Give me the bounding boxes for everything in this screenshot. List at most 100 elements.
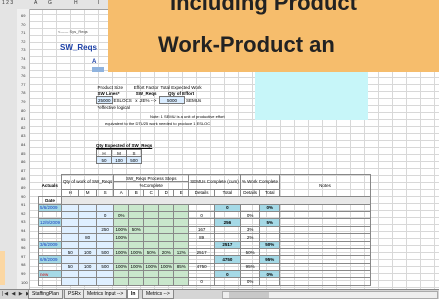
row-number[interactable]: 92 — [21, 211, 25, 216]
cell-a[interactable] — [113, 255, 130, 264]
cell-d[interactable] — [158, 203, 175, 212]
notes-cell[interactable] — [279, 218, 371, 227]
cell-a[interactable] — [113, 203, 130, 212]
cell-c[interactable] — [143, 203, 160, 212]
breadcrumb-link[interactable]: <------ Sys_Reqs — [58, 29, 88, 34]
cell-h[interactable] — [61, 277, 80, 286]
cell-h[interactable] — [61, 203, 80, 212]
date-cell[interactable]: new — [37, 270, 63, 279]
cell-wdet[interactable]: 0% — [239, 210, 261, 220]
date-cell[interactable]: 5/6/2009 — [37, 203, 63, 212]
row-number[interactable]: 90 — [21, 194, 25, 199]
row-number[interactable]: 99 — [21, 271, 25, 276]
cell-s[interactable]: 500 — [95, 247, 115, 257]
cell-c[interactable]: 100% — [143, 262, 160, 272]
date-cell[interactable] — [37, 233, 63, 242]
cell-a[interactable] — [113, 240, 130, 249]
row-number[interactable]: 83 — [21, 133, 25, 138]
cell-c[interactable] — [143, 255, 160, 264]
cell-wtot[interactable] — [259, 262, 280, 272]
notes-cell[interactable] — [279, 270, 371, 279]
cell-det[interactable] — [188, 203, 216, 212]
cell-s[interactable] — [95, 277, 115, 286]
column-g-header[interactable]: G — [48, 0, 52, 6]
cell-det[interactable] — [188, 255, 216, 264]
row-number[interactable]: 72 — [21, 39, 25, 44]
cell-m[interactable] — [78, 203, 97, 212]
column-i-header[interactable]: I — [98, 0, 99, 6]
cell-e[interactable]: 85% — [173, 262, 190, 272]
cell-wtot[interactable] — [259, 210, 280, 220]
cell-s[interactable] — [95, 233, 115, 242]
cell-wtot[interactable]: 50% — [259, 240, 280, 249]
cell-wdet[interactable] — [239, 203, 261, 212]
cell-h[interactable] — [61, 240, 80, 249]
row-number[interactable]: 70 — [21, 22, 25, 27]
cell-c[interactable] — [143, 240, 160, 249]
cell-d[interactable] — [158, 225, 175, 235]
cell-m[interactable] — [78, 225, 97, 235]
cell-b[interactable] — [128, 255, 145, 264]
cell-m[interactable] — [78, 240, 97, 249]
cell-tot[interactable] — [214, 262, 241, 272]
cell-wdet[interactable] — [239, 240, 261, 249]
cell-tot[interactable] — [214, 225, 241, 235]
notes-cell[interactable] — [279, 247, 371, 257]
cell-d[interactable] — [158, 255, 175, 264]
notes-cell[interactable] — [279, 255, 371, 264]
cell-tot[interactable]: 2517 — [214, 240, 241, 249]
cell-e[interactable]: 12% — [173, 247, 190, 257]
cell-h[interactable]: 50 — [61, 247, 80, 257]
cell-det[interactable]: 0 — [188, 210, 216, 220]
row-number[interactable]: 78 — [21, 90, 25, 95]
date-cell[interactable]: 12/9/2009 — [37, 218, 63, 227]
cell-b[interactable] — [128, 233, 145, 242]
cell-m[interactable] — [78, 218, 97, 227]
cell-d[interactable]: 100% — [158, 262, 175, 272]
outline-levels[interactable]: 1 2 3 — [2, 0, 13, 6]
cell-wtot[interactable]: 0% — [259, 203, 280, 212]
notes-cell[interactable] — [279, 240, 371, 249]
cell-a[interactable] — [113, 270, 130, 279]
date-cell[interactable] — [37, 247, 63, 257]
row-number[interactable]: 91 — [21, 202, 25, 207]
column-h-header[interactable]: H — [74, 0, 78, 6]
cell-d[interactable] — [158, 240, 175, 249]
cell-tot[interactable] — [214, 233, 241, 242]
cell-wtot[interactable] — [259, 277, 280, 286]
cell-tot[interactable]: 0 — [214, 270, 241, 279]
cell-c[interactable]: 50% — [143, 247, 160, 257]
cell-e[interactable] — [173, 270, 190, 279]
cell-d[interactable]: 20% — [158, 247, 175, 257]
date-cell[interactable]: 3/6/2009 — [37, 240, 63, 249]
cell-tot[interactable]: 4750 — [214, 255, 241, 264]
row-number[interactable]: 76 — [21, 73, 25, 78]
cell-wtot[interactable]: 5% — [259, 218, 280, 227]
cell-det[interactable]: 0 — [188, 277, 216, 286]
cell-b[interactable] — [128, 210, 145, 220]
cell-m[interactable]: 100 — [78, 247, 97, 257]
cell-det[interactable]: 2517 — [188, 247, 216, 257]
qty-m-value[interactable]: 100 — [111, 156, 127, 164]
date-cell[interactable] — [37, 262, 63, 272]
cell-wdet[interactable]: 3% — [239, 225, 261, 235]
cell-c[interactable] — [143, 270, 160, 279]
cell-h[interactable] — [61, 270, 80, 279]
cell-tot[interactable]: 0 — [214, 203, 241, 212]
date-cell[interactable] — [37, 225, 63, 235]
cell-e[interactable] — [173, 210, 190, 220]
notes-cell[interactable] — [279, 277, 371, 286]
row-number[interactable]: 96 — [21, 245, 25, 250]
column-a-header[interactable]: A — [34, 0, 37, 6]
row-number[interactable]: 73 — [21, 47, 25, 52]
row-number[interactable]: 71 — [21, 30, 25, 35]
cell-b[interactable] — [128, 218, 145, 227]
cell-s[interactable] — [95, 255, 115, 264]
cell-b[interactable] — [128, 240, 145, 249]
row-number[interactable]: 69 — [21, 13, 25, 18]
cell-m[interactable]: 100 — [78, 262, 97, 272]
cell-h[interactable] — [61, 218, 80, 227]
notes-cell[interactable] — [279, 262, 371, 272]
cell-e[interactable] — [173, 240, 190, 249]
cell-e[interactable] — [173, 225, 190, 235]
